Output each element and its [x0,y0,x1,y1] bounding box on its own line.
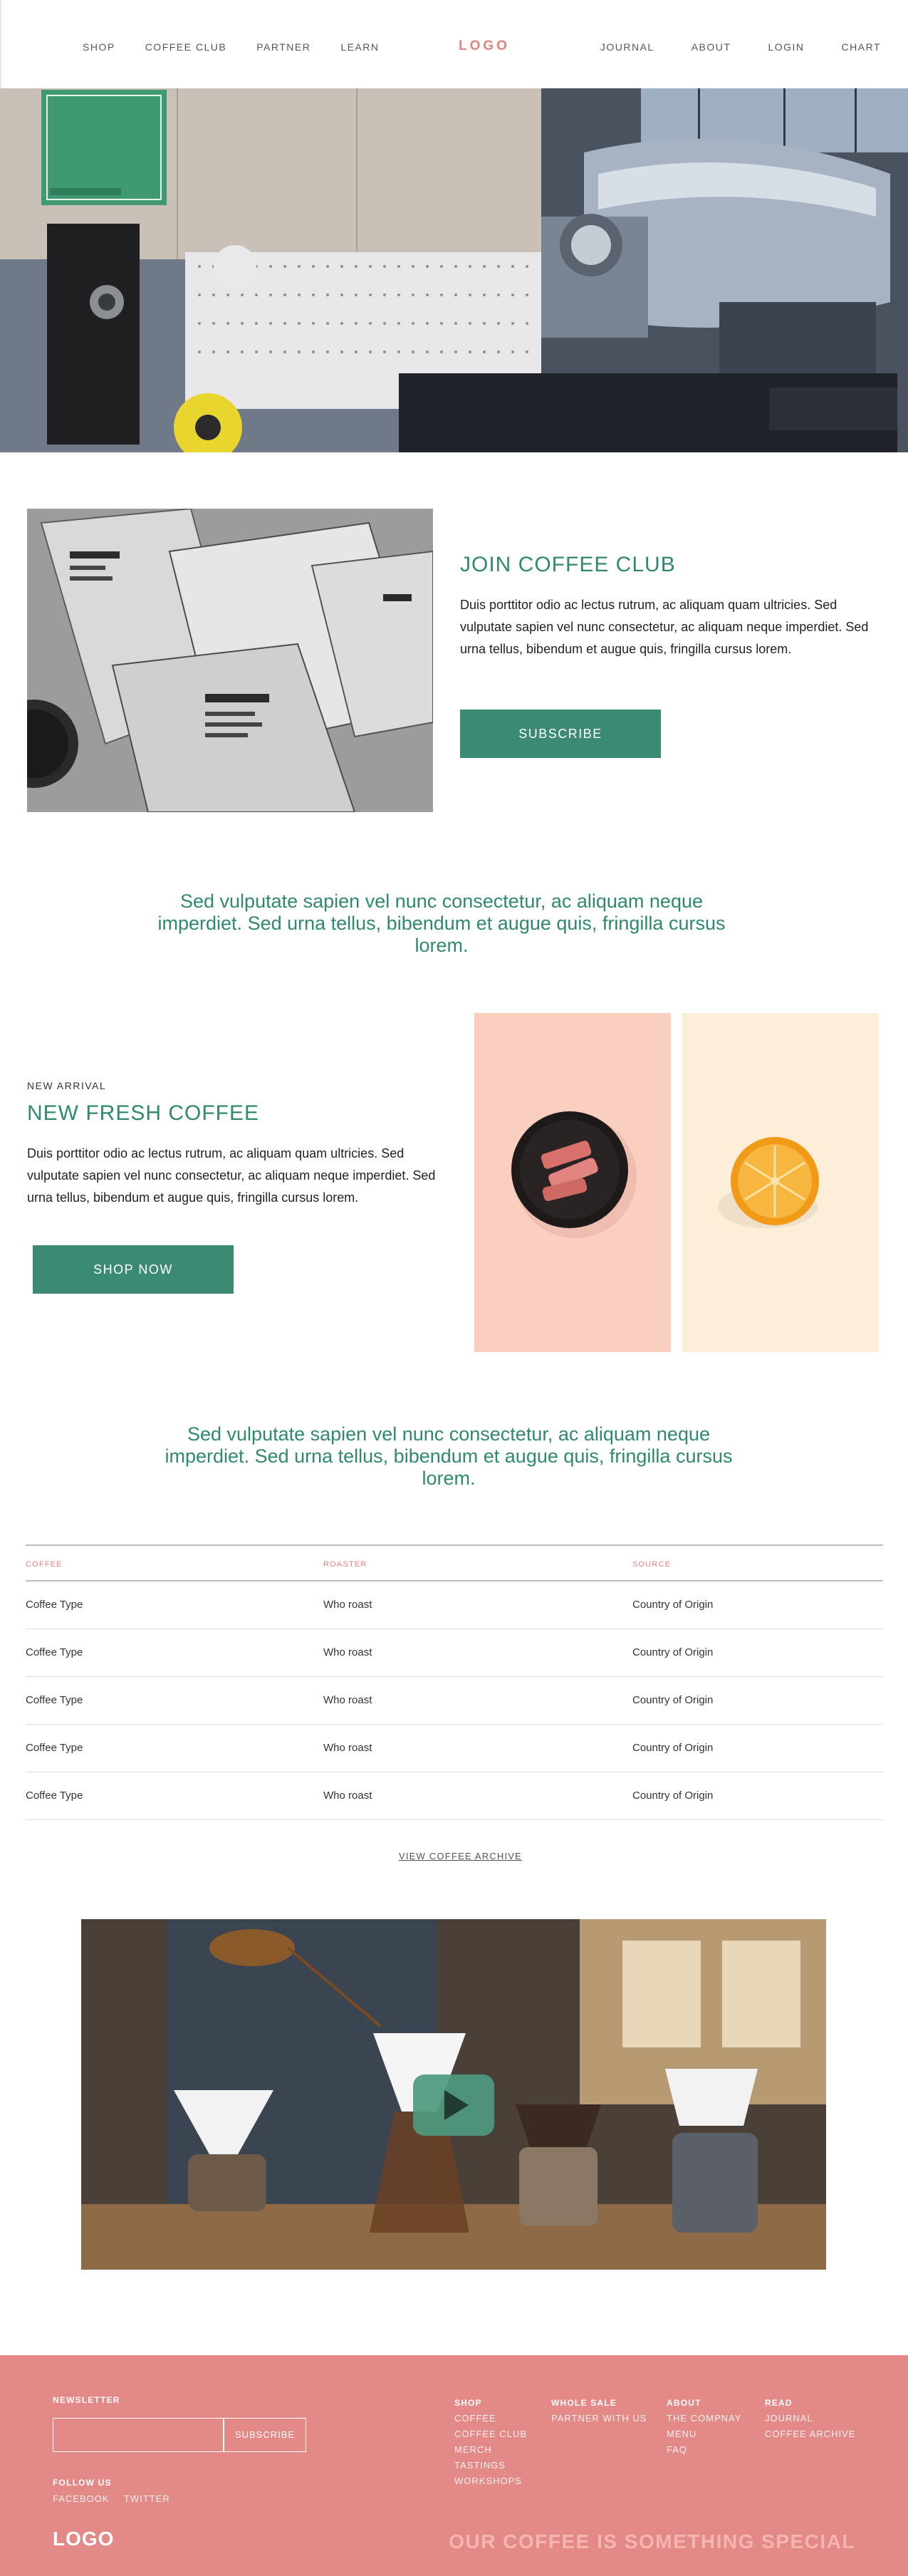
site-footer: NEWSLETTER SUBSCRIBE FOLLOW US FACEBOOK … [0,2355,908,2576]
site-logo[interactable]: LOGO [459,38,510,54]
footer-col-wholesale: PARTNER WITH US [551,2411,647,2426]
nav-shop[interactable]: SHOP [83,41,115,53]
nav-about[interactable]: ABOUT [692,41,731,53]
table-header: COFFEE ROASTER SOURCE [26,1544,883,1582]
cell-source: Country of Origin [632,1646,714,1658]
footer-link-partner[interactable]: PARTNER WITH US [551,2411,647,2426]
cell-source: Country of Origin [632,1599,714,1611]
nav-journal[interactable]: JOURNAL [600,41,654,53]
footer-link-menu[interactable]: MENU [667,2426,741,2442]
cell-source: Country of Origin [632,1790,714,1802]
footer-link-faq[interactable]: FAQ [667,2442,741,2458]
footer-tagline: OUR COFFEE IS SOMETHING SPECIAL [449,2530,855,2552]
footer-col-about-title: ABOUT [667,2398,701,2408]
orange-slice-illustration [718,1137,819,1228]
hero-image [0,88,908,452]
cell-roaster: Who roast [323,1742,372,1754]
product-tile-orange[interactable] [682,1013,879,1352]
header-coffee: COFFEE [26,1560,63,1569]
arrival-title: NEW FRESH COFFEE [27,1101,260,1125]
cell-coffee: Coffee Type [26,1599,83,1611]
coffee-table: COFFEE ROASTER SOURCE Coffee Type Who ro… [26,1544,883,1820]
nav-left: SHOP COFFEE CLUB PARTNER LEARN [83,41,409,53]
club-description: Duis porttitor odio ac lectus rutrum, ac… [460,598,869,656]
cell-roaster: Who roast [323,1599,372,1611]
quote-2: Sed vulputate sapien vel nunc consectetu… [165,1423,733,1489]
footer-col-about: THE COMPNAY MENU FAQ [667,2411,741,2458]
cell-roaster: Who roast [323,1694,372,1706]
footer-col-shop: COFFEE COFFEE CLUB MERCH TASTINGS WORKSH… [454,2411,527,2489]
facebook-link[interactable]: FACEBOOK [53,2493,110,2504]
table-row: Coffee Type Who roast Country of Origin [26,1629,883,1677]
nav-partner[interactable]: PARTNER [256,41,311,53]
cell-source: Country of Origin [632,1742,714,1754]
footer-logo[interactable]: LOGO [53,2528,114,2550]
newsletter-email-input[interactable] [53,2418,224,2452]
footer-link-merch[interactable]: MERCH [454,2442,527,2458]
footer-link-workshops[interactable]: WORKSHOPS [454,2473,527,2489]
hero-roaster-illustration [0,88,908,452]
nav-login[interactable]: LOGIN [768,41,804,53]
cell-coffee: Coffee Type [26,1694,83,1706]
coffee-bags-illustration [27,509,433,812]
nav-coffee-club[interactable]: COFFEE CLUB [145,41,227,53]
footer-col-wholesale-title: WHOLE SALE [551,2398,617,2408]
table-row: Coffee Type Who roast Country of Origin [26,1772,883,1820]
footer-col-read: JOURNAL COFFEE ARCHIVE [765,2411,855,2442]
header-roaster: ROASTER [323,1560,367,1569]
cell-coffee: Coffee Type [26,1742,83,1754]
top-nav: SHOP COFFEE CLUB PARTNER LEARN LOGO JOUR… [0,0,908,88]
header-source: SOURCE [632,1560,672,1569]
twitter-link[interactable]: TWITTER [124,2493,170,2504]
cell-roaster: Who roast [323,1790,372,1802]
footer-link-coffee-club[interactable]: COFFEE CLUB [454,2426,527,2442]
play-icon [444,2090,469,2120]
shop-now-button[interactable]: SHOP NOW [33,1245,234,1294]
coffee-bags-image [27,509,433,812]
cell-coffee: Coffee Type [26,1790,83,1802]
newsletter-label: NEWSLETTER [53,2395,120,2405]
footer-col-shop-title: SHOP [454,2398,482,2408]
arrival-label: NEW ARRIVAL [27,1080,107,1091]
footer-link-journal[interactable]: JOURNAL [765,2411,855,2426]
product-tile-candy[interactable] [474,1013,671,1352]
table-row: Coffee Type Who roast Country of Origin [26,1582,883,1629]
candy-plate-illustration [511,1111,637,1238]
follow-us-label: FOLLOW US [53,2478,112,2488]
footer-link-company[interactable]: THE COMPNAY [667,2411,741,2426]
cell-coffee: Coffee Type [26,1646,83,1658]
table-row: Coffee Type Who roast Country of Origin [26,1677,883,1725]
nav-learn[interactable]: LEARN [340,41,379,53]
subscribe-button[interactable]: SUBSCRIBE [460,710,661,758]
footer-link-coffee-archive[interactable]: COFFEE ARCHIVE [765,2426,855,2442]
view-archive-link[interactable]: VIEW COFFEE ARCHIVE [399,1851,522,1861]
arrival-description: Duis porttitor odio ac lectus rutrum, ac… [27,1146,436,1205]
cell-roaster: Who roast [323,1646,372,1658]
footer-link-coffee[interactable]: COFFEE [454,2411,527,2426]
play-button[interactable] [413,2074,494,2136]
quote-1: Sed vulputate sapien vel nunc consectetu… [157,890,726,956]
footer-link-tastings[interactable]: TASTINGS [454,2458,527,2473]
cell-source: Country of Origin [632,1694,714,1706]
social-links: FACEBOOK TWITTER [53,2493,182,2504]
footer-col-read-title: READ [765,2398,793,2408]
club-title: JOIN COFFEE CLUB [460,553,676,576]
nav-chart[interactable]: CHART [842,41,881,53]
nav-right: JOURNAL ABOUT LOGIN CHART [563,41,881,53]
newsletter-subscribe-button[interactable]: SUBSCRIBE [224,2418,306,2452]
table-row: Coffee Type Who roast Country of Origin [26,1725,883,1772]
